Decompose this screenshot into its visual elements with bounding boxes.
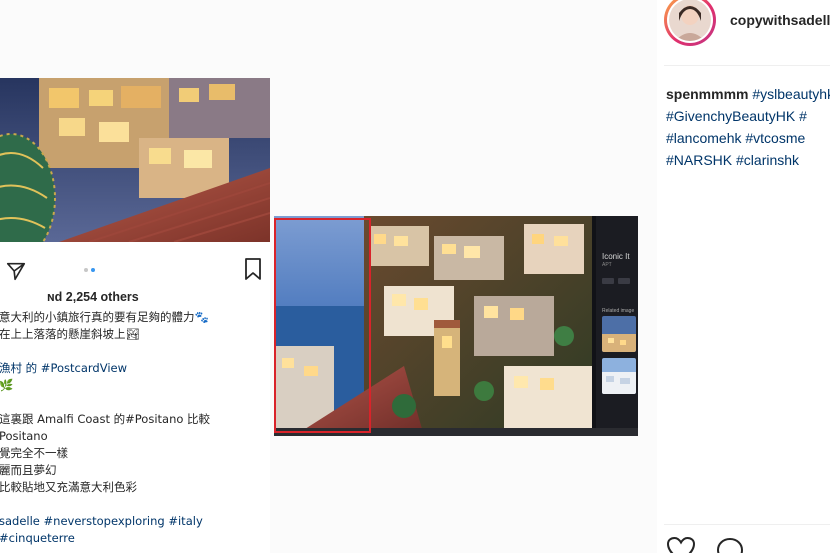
website-image-title[interactable]: Iconic It (602, 252, 630, 261)
caption-line-hashtags[interactable]: sadelle #neverstopexploring #italy (0, 513, 261, 530)
website-screenshot: Iconic It APT Related image (274, 216, 638, 436)
website-footer-bar (274, 428, 638, 436)
comment-hashtags[interactable]: #yslbeautyhk (752, 86, 830, 102)
heart-icon[interactable] (666, 536, 696, 553)
avatar-ring-inner (667, 0, 713, 43)
caption-line (0, 394, 261, 411)
comment: spenmmmm #yslbeautyhk #GivenchyBeautyHK … (666, 83, 830, 171)
related-image-thumb[interactable] (602, 358, 636, 394)
caption-line: 覺完全不一樣 (0, 446, 68, 460)
caption-line: 這裏跟 Amalfi Coast 的#Positano 比較 (0, 412, 211, 426)
comment-hashtags[interactable]: #GivenchyBeautyHK # (666, 105, 830, 127)
comment-bubble-icon[interactable] (715, 536, 745, 553)
caption-line: Positano (0, 429, 48, 443)
caption-line: 比較貼地又充滿意大利色彩 (0, 480, 137, 494)
divider (664, 65, 830, 66)
caption-line-hashtags[interactable]: #cinqueterre (0, 530, 261, 547)
website-sidebar: Iconic It APT Related image (596, 216, 638, 436)
phone-post-screenshot: ɴd 2,254 others 意大利的小鎮旅行真的要有足夠的體力🐾 在上上落落… (0, 78, 270, 553)
caption-line-hashtag[interactable]: 漁村 的 #PostcardView (0, 360, 261, 377)
divider (664, 524, 830, 525)
comment-hashtags[interactable]: #NARSHK #clarinshk (666, 149, 830, 171)
likes-count[interactable]: ɴd 2,254 others (47, 290, 139, 304)
page-root: ɴd 2,254 others 意大利的小鎮旅行真的要有足夠的體力🐾 在上上落落… (0, 0, 830, 553)
related-image-thumb[interactable] (602, 316, 636, 352)
avatar-illustration (669, 0, 711, 41)
thumbnail-illustration (602, 358, 636, 394)
post-author-username[interactable]: copywithsadelle (730, 12, 830, 28)
avatar[interactable] (664, 0, 716, 46)
website-image-source: APT (602, 262, 612, 268)
share-button[interactable] (618, 278, 630, 284)
related-images-label: Related image (602, 308, 635, 314)
post-action-bar (0, 248, 270, 288)
bookmark-icon[interactable] (243, 257, 263, 281)
caption-line: 麗而且夢幻 (0, 463, 57, 477)
visit-button[interactable] (602, 278, 614, 284)
post-caption: 意大利的小鎮旅行真的要有足夠的體力🐾 在上上落落的懸崖斜坡上🏞 漁村 的 #Po… (0, 309, 261, 547)
carousel-indicator (84, 268, 104, 274)
caption-line: 🌿 (0, 378, 14, 392)
carousel-dot-active (91, 268, 95, 272)
comment-hashtags[interactable]: #lancomehk #vtcosme (666, 127, 830, 149)
comment-username[interactable]: spenmmmm (666, 86, 748, 102)
caption-line (0, 343, 261, 360)
thumbnail-illustration (602, 316, 636, 352)
caption-line: 在上上落落的懸崖斜坡上🏞 (0, 327, 141, 341)
caption-line: 意大利的小鎮旅行真的要有足夠的體力🐾 (0, 310, 209, 324)
carousel-dot (84, 268, 88, 272)
paper-plane-icon[interactable] (5, 260, 27, 282)
caption-line (0, 496, 261, 513)
positano-cliffside-illustration (274, 216, 592, 436)
post-photo-positano (0, 78, 270, 242)
website-hero-photo (274, 216, 592, 436)
avatar-photo (669, 0, 711, 41)
post-detail-panel: copywithsadelle spenmmmm #yslbeautyhk #G… (657, 0, 830, 553)
post-photo-illustration (0, 78, 270, 242)
